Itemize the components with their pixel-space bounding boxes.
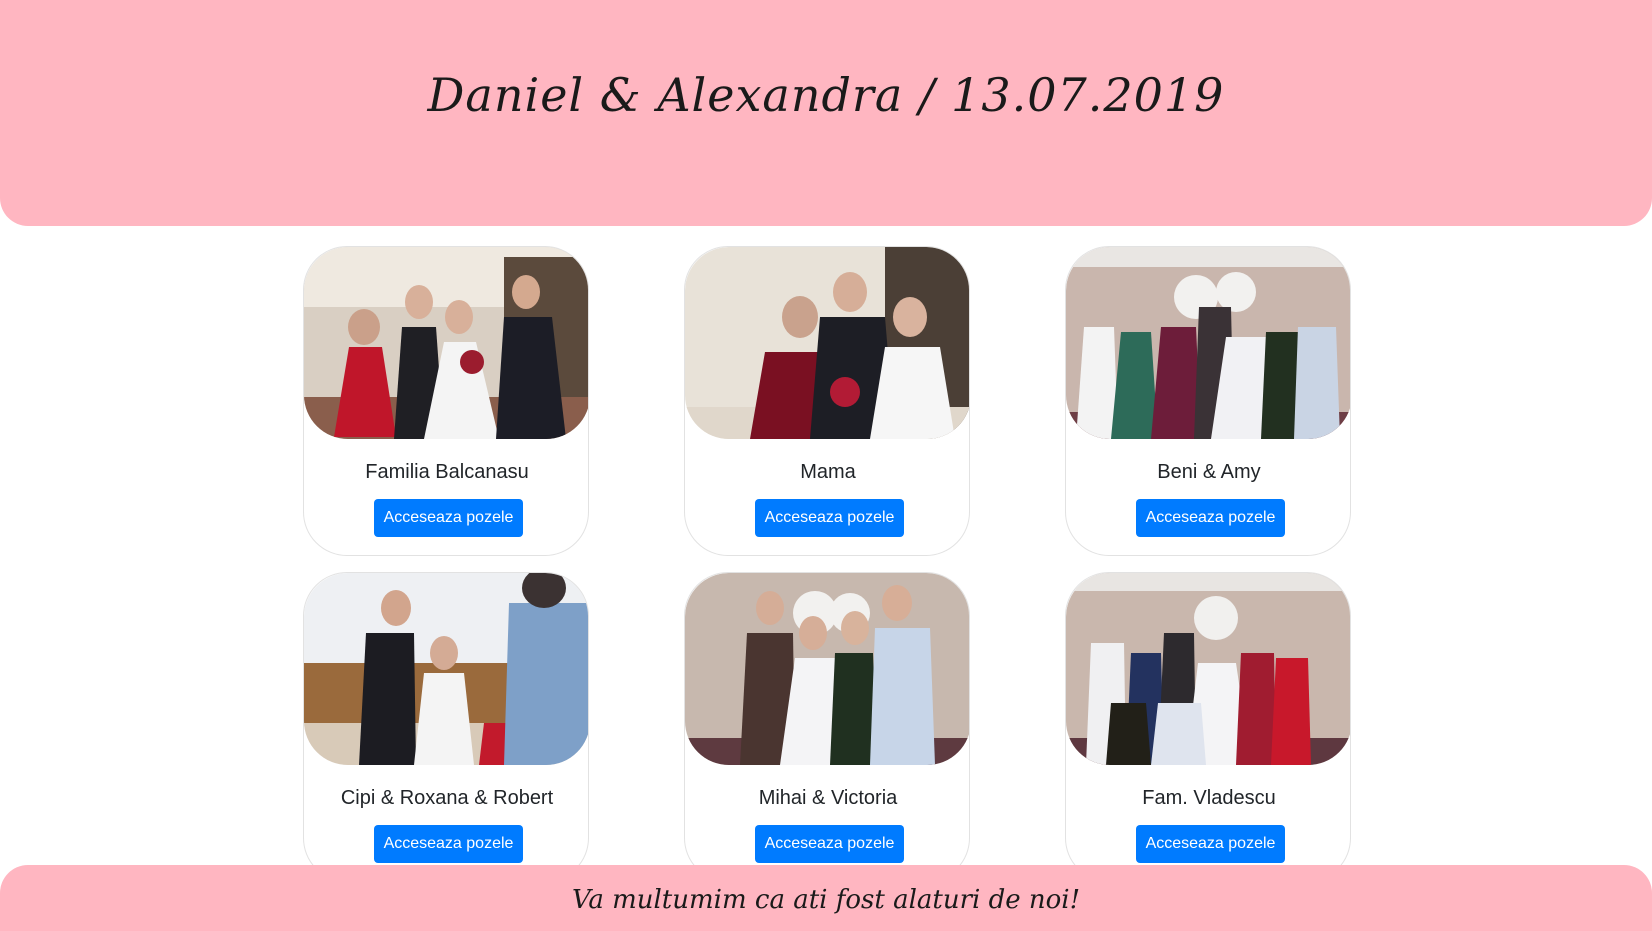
photo-gallery-grid: Familia Balcanasu Acceseaza pozele Mama … bbox=[303, 246, 1351, 882]
gallery-card: Mama Acceseaza pozele bbox=[684, 246, 970, 556]
gallery-card: Cipi & Roxana & Robert Acceseaza pozele bbox=[303, 572, 589, 882]
card-title: Fam. Vladescu bbox=[1142, 787, 1276, 809]
card-photo[interactable] bbox=[1066, 247, 1350, 439]
access-photos-button[interactable]: Acceseaza pozele bbox=[1136, 825, 1285, 863]
photo-placeholder-image bbox=[685, 573, 969, 765]
page-header: Daniel & Alexandra / 13.07.2019 bbox=[0, 0, 1652, 226]
card-photo[interactable] bbox=[1066, 573, 1350, 765]
card-photo[interactable] bbox=[685, 247, 969, 439]
photo-placeholder-image bbox=[1066, 247, 1350, 439]
gallery-card: Mihai & Victoria Acceseaza pozele bbox=[684, 572, 970, 882]
card-title: Mama bbox=[800, 461, 856, 483]
page-title: Daniel & Alexandra / 13.07.2019 bbox=[427, 68, 1225, 122]
card-title: Beni & Amy bbox=[1157, 461, 1261, 483]
footer-thank-you-text: Va multumim ca ati fost alaturi de noi! bbox=[571, 885, 1081, 915]
photo-placeholder-image bbox=[685, 247, 969, 439]
card-title: Familia Balcanasu bbox=[365, 461, 529, 483]
access-photos-button[interactable]: Acceseaza pozele bbox=[755, 825, 904, 863]
photo-placeholder-image bbox=[304, 247, 588, 439]
gallery-card: Fam. Vladescu Acceseaza pozele bbox=[1065, 572, 1351, 882]
gallery-card: Familia Balcanasu Acceseaza pozele bbox=[303, 246, 589, 556]
photo-placeholder-image bbox=[304, 573, 588, 765]
card-photo[interactable] bbox=[304, 247, 588, 439]
access-photos-button[interactable]: Acceseaza pozele bbox=[374, 499, 523, 537]
card-photo[interactable] bbox=[304, 573, 588, 765]
page-footer: Va multumim ca ati fost alaturi de noi! bbox=[0, 865, 1652, 931]
access-photos-button[interactable]: Acceseaza pozele bbox=[1136, 499, 1285, 537]
access-photos-button[interactable]: Acceseaza pozele bbox=[755, 499, 904, 537]
card-title: Mihai & Victoria bbox=[758, 787, 898, 809]
access-photos-button[interactable]: Acceseaza pozele bbox=[374, 825, 523, 863]
card-title: Cipi & Roxana & Robert bbox=[340, 787, 554, 809]
card-photo[interactable] bbox=[685, 573, 969, 765]
gallery-card: Beni & Amy Acceseaza pozele bbox=[1065, 246, 1351, 556]
photo-placeholder-image bbox=[1066, 573, 1350, 765]
